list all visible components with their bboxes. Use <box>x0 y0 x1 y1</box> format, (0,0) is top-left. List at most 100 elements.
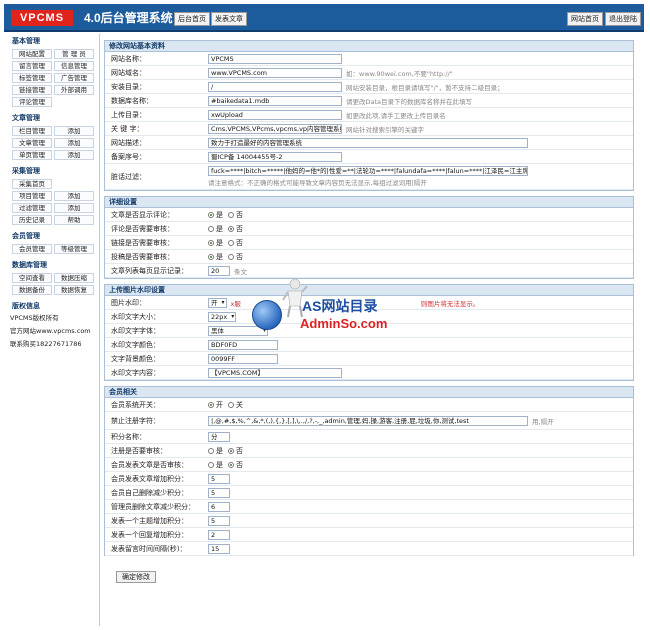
radio-on[interactable]: 开 <box>208 400 223 410</box>
sidebar-item-ads[interactable]: 广告管理 <box>54 73 94 83</box>
sidebar-item-comments[interactable]: 评论管理 <box>12 97 52 107</box>
sidebar-item-restore[interactable]: 数据恢复 <box>54 285 94 295</box>
form-row: 水印文字内容： 【VPCMS.COM】 <box>105 366 633 380</box>
sidebar-item-history[interactable]: 历史记录 <box>12 215 52 225</box>
page-count-input[interactable]: 20 <box>208 265 230 276</box>
forbidden-chars-input[interactable]: |,@,#,$,%,^,&,*,(,),{,},[,],\,.,/,?,-,_,… <box>208 415 528 426</box>
detail-section: 详细设置 文章是否显示评论： 是否 评论是否需要审核： 是否 链接是否需要审核：… <box>104 196 634 279</box>
profanity-filter-input[interactable]: fuck=****|bitch=*****|他妈的=他*的|性爱=**|法轮功=… <box>208 166 528 176</box>
sidebar-group-member: 会员管理 等级管理 <box>4 242 99 258</box>
form-row: 会员系统开关： 开关 <box>105 398 633 412</box>
logout-button[interactable]: 退出登陆 <box>605 12 641 26</box>
admin-home-button[interactable]: 后台首页 <box>174 12 210 26</box>
upload-dir-input[interactable]: xwUpload <box>208 109 342 120</box>
radio-no[interactable]: 否 <box>228 252 243 262</box>
radio-no[interactable]: 否 <box>228 224 243 234</box>
sidebar-item-add-page[interactable]: 添加 <box>54 150 94 160</box>
sidebar-item-tags[interactable]: 标签管理 <box>12 73 52 83</box>
radio-selected-icon <box>228 461 234 468</box>
sidebar-item-compress[interactable]: 数据压缩 <box>54 273 94 283</box>
publish-points-input[interactable]: 5 <box>208 473 230 484</box>
field-hint: 用,隔开 <box>532 417 554 426</box>
radio-icon <box>228 239 234 246</box>
sidebar-item-external[interactable]: 外部调用 <box>54 85 94 95</box>
keywords-input[interactable]: Cms,VPCMS,VPcms,vpcms,vp内容管理系统,最 <box>208 123 342 134</box>
sidebar-item-help[interactable]: 帮助 <box>54 215 94 225</box>
sidebar-item-links[interactable]: 链接管理 <box>12 85 52 95</box>
watermark-toggle-select[interactable]: 开 <box>208 297 227 308</box>
site-home-button[interactable]: 网站首页 <box>567 12 603 26</box>
field-hint: 如：www.90wei.com,不要"http://" <box>346 69 453 78</box>
sidebar-item-projects[interactable]: 项目管理 <box>12 191 52 201</box>
field-label: 发表留言时间间隔(秒)： <box>111 544 187 553</box>
field-label: 禁止注册字符： <box>111 416 160 425</box>
field-hint: 则图片将无法显示。 <box>420 299 480 308</box>
sidebar-item-members[interactable]: 会员管理 <box>12 244 52 254</box>
radio-yes[interactable]: 是 <box>208 224 223 234</box>
admin-delete-points-input[interactable]: 6 <box>208 501 230 512</box>
site-domain-input[interactable]: www.VPCMS.com <box>208 67 342 78</box>
sidebar-item-messages[interactable]: 留言管理 <box>12 61 52 71</box>
radio-icon <box>208 447 214 454</box>
watermark-text-input[interactable]: 【VPCMS.COM】 <box>208 367 342 378</box>
watermark-title: AS网站目录 <box>302 298 378 314</box>
radio-no[interactable]: 否 <box>228 460 243 470</box>
sidebar-item-admins[interactable]: 管 理 员 <box>54 49 94 59</box>
sidebar-item-space[interactable]: 空间查看 <box>12 273 52 283</box>
radio-yes[interactable]: 是 <box>208 446 223 456</box>
form-row: 发表留言时间间隔(秒)： 15 <box>105 542 633 556</box>
form-row: 管理员删除文章减少积分： 6 <box>105 500 633 514</box>
field-label: 关 键 字： <box>111 124 144 133</box>
radio-yes[interactable]: 是 <box>208 238 223 248</box>
radio-yes[interactable]: 是 <box>208 460 223 470</box>
sidebar-item-pages[interactable]: 单页管理 <box>12 150 52 160</box>
radio-no[interactable]: 否 <box>228 210 243 220</box>
radio-yes[interactable]: 是 <box>208 252 223 262</box>
sidebar-item-add-filter[interactable]: 添加 <box>54 203 94 213</box>
section-title: 详细设置 <box>105 197 633 208</box>
radio-selected-icon <box>228 447 234 454</box>
sidebar-item-collect-home[interactable]: 采集首页 <box>12 179 52 189</box>
field-label: 会员发表文章增加积分： <box>111 474 188 483</box>
sidebar-item-info[interactable]: 信息管理 <box>54 61 94 71</box>
form-row: 发表一个回复增加积分： 2 <box>105 528 633 542</box>
description-input[interactable]: 致力于打造最好的内容管理系统 <box>208 137 528 148</box>
sidebar-item-columns[interactable]: 栏目管理 <box>12 126 52 136</box>
system-title: 4.0后台管理系统 <box>84 11 173 25</box>
section-title: 会员相关 <box>105 387 633 398</box>
radio-off[interactable]: 关 <box>228 400 243 410</box>
sidebar-item-filters[interactable]: 过滤管理 <box>12 203 52 213</box>
reply-points-input[interactable]: 2 <box>208 529 230 540</box>
field-hint: 请注意格式：不正确的格式可能导致文章内容页无法显示,每组过滤词用|隔开 <box>208 179 427 187</box>
db-name-input[interactable]: #baikedata1.mdb <box>208 95 342 106</box>
self-delete-points-input[interactable]: 5 <box>208 487 230 498</box>
site-name-input[interactable]: VPCMS <box>208 53 342 64</box>
form-row: 网站域名： www.VPCMS.com 如：www.90wei.com,不要"ht… <box>105 66 633 80</box>
message-interval-input[interactable]: 15 <box>208 543 230 554</box>
text-size-select[interactable]: 22px <box>208 311 237 322</box>
topic-points-input[interactable]: 5 <box>208 515 230 526</box>
submit-button[interactable]: 确定修改 <box>116 571 156 583</box>
member-section: 会员相关 会员系统开关： 开关 禁止注册字符： |,@,#,$,%,^,&,*,… <box>104 386 634 556</box>
sidebar-item-backup[interactable]: 数据备份 <box>12 285 52 295</box>
radio-no[interactable]: 否 <box>228 238 243 248</box>
radio-icon <box>208 461 214 468</box>
install-dir-input[interactable]: / <box>208 81 342 92</box>
field-label: 网站域名： <box>111 68 146 77</box>
sidebar-item-site-config[interactable]: 网站配置 <box>12 49 52 59</box>
radio-yes[interactable]: 是 <box>208 210 223 220</box>
radio-no[interactable]: 否 <box>228 446 243 456</box>
form-row: 网站名称： VPCMS <box>105 52 633 66</box>
bg-color-input[interactable]: 0099FF <box>208 353 278 364</box>
sidebar-item-add-article[interactable]: 添加 <box>54 138 94 148</box>
radio-icon <box>208 225 214 232</box>
points-name-input[interactable]: 分 <box>208 431 230 442</box>
sidebar-item-levels[interactable]: 等级管理 <box>54 244 94 254</box>
sidebar-item-add-column[interactable]: 添加 <box>54 126 94 136</box>
sidebar-item-add-project[interactable]: 添加 <box>54 191 94 201</box>
form-row: 备案序号： 蜀ICP备 14004455号-2 <box>105 150 633 164</box>
publish-article-button[interactable]: 发表文章 <box>211 12 247 26</box>
icp-input[interactable]: 蜀ICP备 14004455号-2 <box>208 151 342 162</box>
sidebar-item-articles[interactable]: 文章管理 <box>12 138 52 148</box>
watermark-subtitle: AdminSo.com <box>300 316 388 331</box>
